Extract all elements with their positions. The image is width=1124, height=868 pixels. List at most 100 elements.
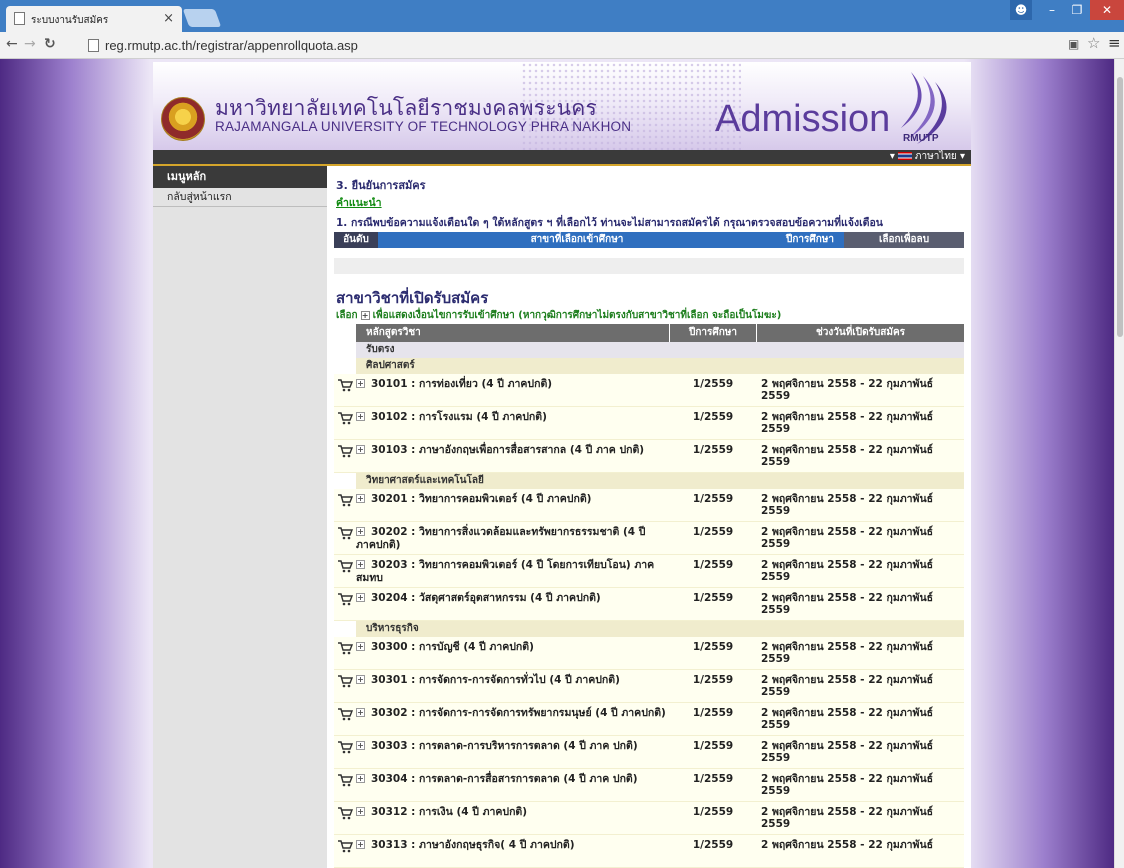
browser-tab[interactable]: ระบบงานรับสมัคร ×: [6, 6, 182, 32]
expand-plus-icon[interactable]: +: [356, 675, 365, 684]
url-input[interactable]: reg.rmutp.ac.th/registrar/appenrollquota…: [64, 35, 1044, 55]
expand-plus-icon[interactable]: +: [356, 379, 365, 388]
top-nav-bar: ▾ ภาษาไทย ▾: [153, 150, 971, 164]
course-name: 30102 : การโรงแรม (4 ปี ภาคปกติ): [371, 411, 547, 423]
course-term: 1/2559: [692, 559, 734, 571]
header-term: ปีการศึกษา: [670, 324, 756, 342]
course-term: 1/2559: [692, 806, 734, 818]
url-text[interactable]: reg.rmutp.ac.th/registrar/appenrollquota…: [105, 38, 358, 53]
course-application-period: 2 พฤศจิกายน 2558 - 22 กุมภาพันธ์ 2559: [761, 592, 934, 616]
star-icon[interactable]: ☆: [1087, 34, 1100, 52]
open-programs-instruction: เลือก + เพื่อแสดงเงื่อนไขการรับเข้าศึกษา (…: [336, 308, 781, 323]
expand-plus-icon[interactable]: +: [356, 593, 365, 602]
course-name-cell: +30312 : การเงิน (4 ปี ภาคปกติ): [356, 806, 666, 819]
course-name: 30300 : การบัญชี (4 ปี ภาคปกติ): [371, 641, 534, 653]
admission-title: Admission: [715, 98, 891, 140]
translate-icon[interactable]: ▣: [1068, 37, 1079, 51]
sidebar-item-home[interactable]: กลับสู่หน้าแรก: [153, 188, 327, 207]
open-programs-title: สาขาวิชาที่เปิดรับสมัคร: [336, 289, 489, 307]
course-name: 30313 : ภาษาอังกฤษธุรกิจ( 4 ปี ภาคปกติ): [371, 839, 575, 851]
course-name: 30203 : วิทยาการคอมพิวเตอร์ (4 ปี โดยการ…: [356, 559, 655, 584]
course-application-period: 2 พฤศจิกายน 2558 - 22 กุมภาพันธ์ 2559: [761, 411, 934, 435]
course-application-period: 2 พฤศจิกายน 2558 - 22 กุมภาพันธ์ 2559: [761, 526, 934, 550]
cart-icon[interactable]: [337, 444, 354, 461]
course-name-cell: +30302 : การจัดการ-การจัดการทรัพยากรมนุษ…: [356, 707, 666, 720]
course-application-period: 2 พฤศจิกายน 2558 - 22 กุมภาพันธ์ 2559: [761, 740, 934, 764]
tab-close-icon[interactable]: ×: [163, 11, 174, 26]
course-application-period: 2 พฤศจิกายน 2558 - 22 กุมภาพันธ์ 2559: [761, 707, 934, 731]
cart-icon[interactable]: [337, 641, 354, 658]
cart-icon[interactable]: [337, 773, 354, 790]
expand-plus-icon[interactable]: +: [356, 527, 365, 536]
course-term: 1/2559: [692, 411, 734, 423]
expand-plus-icon[interactable]: +: [356, 807, 365, 816]
cart-icon[interactable]: [337, 493, 354, 510]
course-term: 1/2559: [692, 444, 734, 456]
course-name: 30303 : การตลาด-การบริหารการตลาด (4 ปี ภ…: [371, 740, 638, 752]
course-name: 30302 : การจัดการ-การจัดการทรัพยากรมนุษย…: [371, 707, 666, 719]
cart-icon[interactable]: [337, 526, 354, 543]
cart-icon[interactable]: [337, 806, 354, 823]
expand-plus-icon[interactable]: +: [356, 840, 365, 849]
expand-plus-icon[interactable]: +: [356, 412, 365, 421]
address-bar: ← → ↻ reg.rmutp.ac.th/registrar/appenrol…: [0, 32, 1124, 59]
cart-icon[interactable]: [337, 839, 354, 856]
new-tab-button[interactable]: [182, 9, 222, 27]
thai-flag-icon: [897, 152, 912, 160]
course-row: +30202 : วิทยาการสิ่งแวดล้อมและทรัพยากรธ…: [334, 522, 964, 555]
header-selected-program: สาขาที่เลือกเข้าศึกษา: [378, 232, 776, 248]
course-name: 30101 : การท่องเที่ยว (4 ปี ภาคปกติ): [371, 378, 553, 390]
expand-plus-icon[interactable]: +: [356, 708, 365, 717]
tab-title: ระบบงานรับสมัคร: [31, 15, 109, 26]
course-name: 30201 : วิทยาการคอมพิวเตอร์ (4 ปี ภาคปกต…: [371, 493, 592, 505]
hamburger-menu-icon[interactable]: ≡: [1108, 34, 1121, 52]
expand-plus-icon[interactable]: +: [356, 445, 365, 454]
course-name-cell: +30202 : วิทยาการสิ่งแวดล้อมและทรัพยากรธ…: [356, 526, 666, 552]
scrollbar-thumb[interactable]: [1117, 77, 1123, 337]
selected-programs-header: อันดับ สาขาที่เลือกเข้าศึกษา ปีการศึกษา …: [334, 232, 964, 248]
course-term: 1/2559: [692, 526, 734, 538]
cart-icon[interactable]: [337, 707, 354, 724]
course-name-cell: +30304 : การตลาด-การสื่อสารการตลาด (4 ปี…: [356, 773, 666, 786]
course-term: 1/2559: [692, 773, 734, 785]
course-row: +30301 : การจัดการ-การจัดการทั่วไป (4 ปี…: [334, 670, 964, 703]
cart-icon[interactable]: [337, 592, 354, 609]
course-name: 30301 : การจัดการ-การจัดการทั่วไป (4 ปี …: [371, 674, 620, 686]
expand-plus-icon[interactable]: +: [356, 560, 365, 569]
cart-icon[interactable]: [337, 378, 354, 395]
faculty-group-row: วิทยาศาสตร์และเทคโนโลยี: [356, 473, 964, 489]
expand-plus-icon[interactable]: +: [356, 774, 365, 783]
header-application-period: ช่วงวันที่เปิดรับสมัคร: [757, 324, 964, 342]
course-term: 1/2559: [692, 378, 734, 390]
language-label: ภาษาไทย: [914, 151, 957, 162]
page-icon: [88, 39, 99, 52]
reload-icon[interactable]: ↻: [44, 36, 56, 52]
course-name: 30204 : วัสดุศาสตร์อุตสาหกรรม (4 ปี ภาคป…: [371, 592, 601, 604]
page-scrollbar[interactable]: [1114, 59, 1124, 868]
course-row: +30312 : การเงิน (4 ปี ภาคปกติ) 1/2559 2 พ…: [334, 802, 964, 835]
expand-plus-icon[interactable]: +: [356, 494, 365, 503]
expand-plus-icon[interactable]: +: [356, 741, 365, 750]
plus-box-icon: +: [360, 311, 370, 320]
cart-icon[interactable]: [337, 740, 354, 757]
advice-link[interactable]: คำแนะนำ: [336, 194, 382, 211]
expand-plus-icon[interactable]: +: [356, 642, 365, 651]
main-content: 3. ยืนยันการสมัคร คำแนะนำ 1. กรณีพบข้อคว…: [334, 166, 964, 868]
forward-arrow-icon[interactable]: →: [24, 36, 36, 52]
course-table-header: หลักสูตรวิชา ปีการศึกษา ช่วงวันที่เปิดรั…: [334, 324, 964, 342]
back-arrow-icon[interactable]: ←: [6, 36, 18, 52]
cart-icon[interactable]: [337, 674, 354, 691]
university-logo-icon: [161, 97, 205, 141]
language-selector[interactable]: ▾ ภาษาไทย ▾: [890, 150, 965, 164]
course-row: +30201 : วิทยาการคอมพิวเตอร์ (4 ปี ภาคปก…: [334, 489, 964, 522]
faculty-group-row: ศิลปศาสตร์: [356, 358, 964, 374]
window-close-icon[interactable]: ✕: [1090, 0, 1124, 20]
minimize-icon[interactable]: –: [1040, 0, 1064, 20]
cart-icon[interactable]: [337, 411, 354, 428]
course-name: 30312 : การเงิน (4 ปี ภาคปกติ): [371, 806, 528, 818]
user-profile-icon[interactable]: ☻: [1010, 0, 1032, 20]
course-row: +30203 : วิทยาการคอมพิวเตอร์ (4 ปี โดยกา…: [334, 555, 964, 588]
course-term: 1/2559: [692, 641, 734, 653]
cart-icon[interactable]: [337, 559, 354, 576]
maximize-icon[interactable]: ❐: [1066, 0, 1088, 20]
